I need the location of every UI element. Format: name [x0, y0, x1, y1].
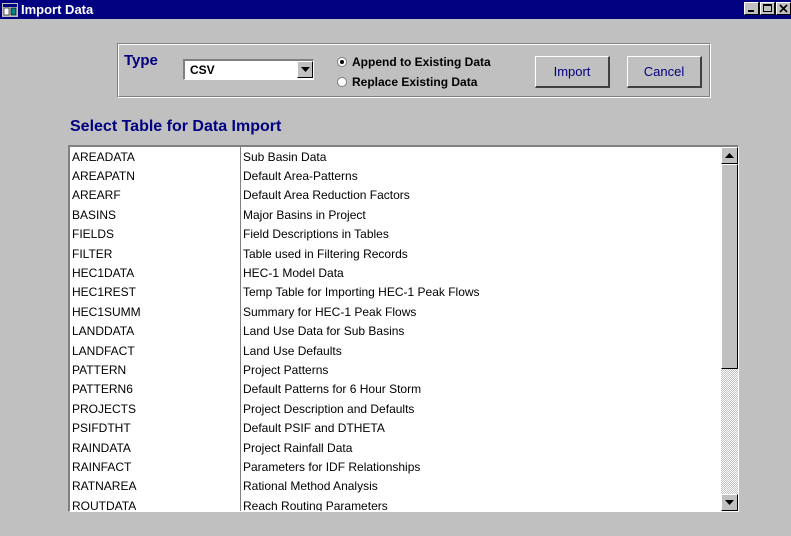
- minimize-button[interactable]: [744, 2, 759, 15]
- table-name-cell: AREARF: [72, 188, 121, 203]
- radio-replace[interactable]: Replace Existing Data: [337, 75, 477, 89]
- table-description-cell: Temp Table for Importing HEC-1 Peak Flow…: [240, 282, 480, 303]
- maximize-button[interactable]: [760, 2, 775, 15]
- table-description-cell: Sub Basin Data: [240, 147, 326, 167]
- table-row[interactable]: PATTERN6 Default Patterns for 6 Hour Stor…: [70, 379, 720, 400]
- close-button[interactable]: [776, 2, 791, 15]
- window-controls: [743, 2, 791, 15]
- table-description-cell: Default PSIF and DTHETA: [240, 418, 385, 438]
- table-row[interactable]: AREARF Default Area Reduction Factors: [70, 185, 720, 206]
- table-description-cell: Project Rainfall Data: [240, 437, 352, 458]
- table-name-cell: HEC1REST: [72, 285, 137, 300]
- table-name-cell: RAINDATA: [72, 440, 131, 455]
- table-row[interactable]: RATNAREA Rational Method Analysis: [70, 476, 720, 497]
- table-row[interactable]: AREAPATN Default Area-Patterns: [70, 166, 720, 186]
- scroll-thumb[interactable]: [721, 164, 738, 369]
- table-description-cell: Rational Method Analysis: [240, 476, 378, 497]
- table-description-cell: Default Area Reduction Factors: [240, 185, 410, 206]
- table-name-cell: FILTER: [72, 246, 113, 261]
- table-description-cell: Land Use Defaults: [240, 340, 342, 361]
- radio-append-label: Append to Existing Data: [352, 55, 491, 69]
- table-description-cell: Reach Routing Parameters: [240, 496, 388, 511]
- minimize-icon: [748, 10, 754, 12]
- table-name-cell: HEC1SUMM: [72, 304, 141, 319]
- table-description-cell: Parameters for IDF Relationships: [240, 457, 420, 477]
- maximize-icon: [763, 4, 772, 12]
- table-row[interactable]: LANDDATA Land Use Data for Sub Basins: [70, 321, 720, 341]
- table-description-cell: Land Use Data for Sub Basins: [240, 321, 404, 341]
- radio-append-indicator[interactable]: [337, 57, 347, 67]
- app-icon: [2, 2, 18, 17]
- arrow-down-icon: [725, 499, 734, 505]
- table-description-cell: Default Patterns for 6 Hour Storm: [240, 379, 421, 400]
- table-description-cell: Project Patterns: [240, 360, 328, 380]
- table-name-cell: AREADATA: [72, 149, 135, 164]
- table-name-cell: AREAPATN: [72, 169, 135, 184]
- table-name-cell: PATTERN: [72, 362, 127, 377]
- table-row[interactable]: RAINDATA Project Rainfall Data: [70, 437, 720, 458]
- table-description-cell: Project Description and Defaults: [240, 399, 414, 419]
- table-row[interactable]: PROJECTS Project Description and Defaults: [70, 399, 720, 419]
- import-button[interactable]: Import: [535, 56, 610, 88]
- table-row[interactable]: BASINS Major Basins in Project: [70, 205, 720, 225]
- arrow-up-icon: [725, 152, 734, 158]
- table-row[interactable]: PATTERN Project Patterns: [70, 360, 720, 380]
- section-title: Select Table for Data Import: [70, 118, 282, 135]
- scroll-up-button[interactable]: [721, 147, 738, 164]
- table-description-cell: Field Descriptions in Tables: [240, 224, 389, 244]
- table-row[interactable]: RAINFACT Parameters for IDF Relationships: [70, 457, 720, 477]
- table-row[interactable]: FIELDS Field Descriptions in Tables: [70, 224, 720, 244]
- scroll-down-button[interactable]: [721, 494, 738, 511]
- table-list[interactable]: AREADATA Sub Basin Data AREAPATN Default Ar…: [68, 145, 739, 512]
- table-name-cell: HEC1DATA: [72, 266, 135, 281]
- type-dropdown-value: CSV: [190, 63, 215, 77]
- table-name-cell: LANDDATA: [72, 324, 135, 339]
- table-name-cell: PATTERN6: [72, 382, 133, 397]
- vertical-scrollbar[interactable]: [721, 147, 738, 511]
- chevron-down-icon: [300, 66, 310, 72]
- table-name-cell: PSIFDTHT: [72, 421, 131, 436]
- table-name-cell: RATNAREA: [72, 479, 137, 494]
- dropdown-arrow-button[interactable]: [297, 61, 313, 78]
- table-row[interactable]: FILTER Table used in Filtering Records: [70, 243, 720, 264]
- type-label: Type: [124, 52, 158, 69]
- radio-replace-label: Replace Existing Data: [352, 75, 478, 89]
- table-row[interactable]: ROUTDATA Reach Routing Parameters: [70, 496, 720, 512]
- table-row[interactable]: HEC1SUMM Summary for HEC-1 Peak Flows: [70, 302, 720, 322]
- window-title: Import Data: [21, 2, 94, 17]
- table-row[interactable]: AREADATA Sub Basin Data: [70, 147, 720, 167]
- table-name-cell: PROJECTS: [72, 401, 137, 416]
- table-row[interactable]: LANDFACT Land Use Defaults: [70, 340, 720, 361]
- table-description-cell: HEC-1 Model Data: [240, 263, 344, 283]
- table-row[interactable]: PSIFDTHT Default PSIF and DTHETA: [70, 418, 720, 438]
- table-rows: AREADATA Sub Basin Data AREAPATN Default Ar…: [70, 147, 720, 512]
- table-name-cell: BASINS: [72, 207, 117, 222]
- table-name-cell: LANDFACT: [72, 343, 135, 358]
- table-description-cell: Table used in Filtering Records: [240, 243, 408, 264]
- table-name-cell: RAINFACT: [72, 459, 132, 474]
- type-dropdown[interactable]: CSV: [183, 59, 314, 80]
- radio-append[interactable]: Append to Existing Data: [337, 55, 491, 69]
- table-row[interactable]: HEC1REST Temp Table for Importing HEC-1 P…: [70, 282, 720, 303]
- title-bar: Import Data: [0, 0, 791, 19]
- table-row[interactable]: HEC1DATA HEC-1 Model Data: [70, 263, 720, 283]
- table-description-cell: Major Basins in Project: [240, 205, 366, 225]
- table-name-cell: ROUTDATA: [72, 498, 137, 512]
- table-description-cell: Default Area-Patterns: [240, 166, 358, 186]
- table-name-cell: FIELDS: [72, 227, 115, 242]
- cancel-button[interactable]: Cancel: [627, 56, 702, 88]
- close-icon: [779, 4, 788, 13]
- radio-replace-indicator[interactable]: [337, 77, 347, 87]
- table-description-cell: Summary for HEC-1 Peak Flows: [240, 302, 416, 322]
